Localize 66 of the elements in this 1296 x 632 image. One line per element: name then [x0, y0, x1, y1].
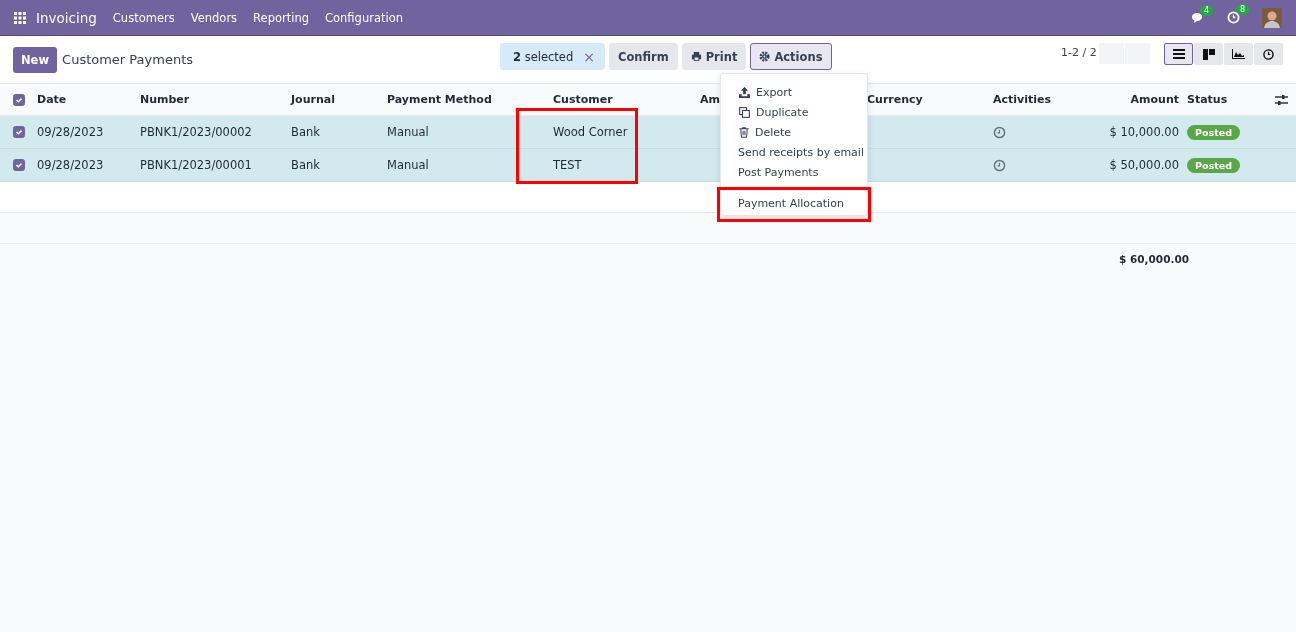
select-all-checkbox[interactable] — [12, 93, 25, 106]
status-badge: Posted — [1187, 124, 1240, 140]
clock-icon — [1263, 48, 1274, 60]
app-name[interactable]: Invoicing — [36, 9, 97, 26]
copy-icon — [739, 106, 750, 118]
clear-selection-button[interactable]: × — [583, 48, 595, 65]
column-header[interactable]: Payment Method — [387, 93, 492, 106]
column-settings-icon[interactable] — [1275, 93, 1288, 106]
table-cell: PBNK1/2023/00002 — [140, 125, 252, 139]
activity-count-badge: 8 — [1236, 4, 1250, 15]
list-icon — [1172, 49, 1185, 59]
total-amount: $ 60,000.00 — [1119, 253, 1190, 265]
actions-button[interactable]: Actions — [750, 43, 832, 70]
area-chart-icon — [1232, 49, 1245, 59]
menu-item[interactable]: Delete — [721, 122, 792, 142]
page-title: Customer Payments — [62, 52, 194, 67]
clock-icon[interactable] — [993, 158, 1006, 172]
menu-item[interactable]: Export — [721, 82, 792, 102]
apps-grid-icon[interactable] — [14, 11, 26, 24]
menu-item[interactable]: Reporting — [253, 10, 309, 25]
column-header[interactable]: Currency — [867, 93, 923, 106]
table-cell: Bank — [291, 158, 320, 172]
row-checkbox[interactable] — [12, 159, 25, 171]
table-cell: PBNK1/2023/00001 — [140, 158, 252, 172]
column-header[interactable]: Am — [700, 93, 720, 106]
column-header[interactable]: Amount — [1130, 93, 1179, 106]
menu-item[interactable]: Post Payments — [721, 162, 819, 182]
kanban-icon — [1202, 48, 1215, 60]
column-header[interactable]: Activities — [993, 93, 1052, 106]
table-cell: TEST — [553, 158, 582, 172]
activity-view-button[interactable] — [1254, 43, 1283, 65]
column-header[interactable]: Status — [1187, 93, 1228, 106]
selection-count: 2 selected — [513, 49, 574, 64]
table-cell: 09/28/2023 — [37, 125, 104, 139]
column-header[interactable]: Journal — [291, 93, 335, 106]
menu-item[interactable]: Payment Allocation — [738, 193, 844, 213]
menu-item[interactable]: Customers — [112, 10, 175, 25]
graph-view-button[interactable] — [1224, 43, 1253, 65]
row-checkbox[interactable] — [12, 126, 25, 138]
new-button[interactable]: New — [13, 46, 58, 73]
printer-icon — [690, 51, 702, 62]
user-avatar[interactable] — [1262, 7, 1282, 28]
upload-icon — [739, 86, 750, 98]
column-header[interactable]: Date — [37, 93, 67, 106]
chat-icon[interactable] — [1191, 11, 1205, 24]
kanban-view-button[interactable] — [1194, 43, 1223, 65]
table-cell: $ 10,000.00 — [1109, 125, 1179, 139]
message-count-badge: 4 — [1200, 4, 1214, 16]
clock-icon[interactable] — [993, 125, 1006, 139]
print-button[interactable]: Print — [681, 43, 747, 70]
menu-item[interactable]: Configuration — [325, 10, 403, 25]
list-view-button[interactable] — [1164, 43, 1193, 65]
column-header[interactable]: Number — [140, 93, 190, 106]
table-cell: Wood Corner — [553, 125, 628, 139]
pager-count: 1-2 / 2 — [1061, 46, 1097, 59]
trash-icon — [739, 126, 749, 138]
menu-item[interactable]: Vendors — [190, 10, 238, 25]
table-cell: Bank — [291, 125, 320, 139]
table-cell: Manual — [387, 158, 429, 172]
table-cell: Manual — [387, 125, 429, 139]
table-cell: 09/28/2023 — [37, 158, 104, 172]
table-cell: $ 50,000.00 — [1109, 158, 1179, 172]
confirm-button[interactable]: Confirm — [608, 43, 678, 70]
gear-icon — [759, 51, 771, 62]
column-header[interactable]: Customer — [553, 93, 613, 106]
status-badge: Posted — [1187, 157, 1240, 173]
